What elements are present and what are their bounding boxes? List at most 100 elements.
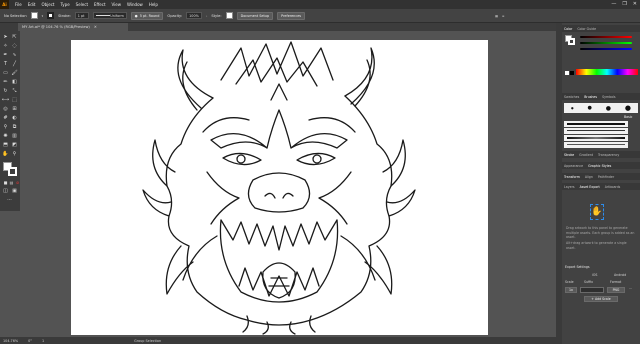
zoom-level[interactable]: 104.76% [3, 339, 18, 343]
tab-transparency[interactable]: Transparency [598, 153, 619, 157]
restore-icon[interactable]: ❐ [622, 1, 626, 7]
menu-object[interactable]: Object [41, 2, 54, 7]
stroke-swatch[interactable] [47, 12, 55, 19]
symbol-sprayer-icon[interactable]: ✺ [2, 133, 9, 140]
android-label[interactable]: Android [614, 273, 626, 277]
brush-definition-dropdown[interactable]: ● 5 pt. Round [130, 11, 164, 20]
ios-label[interactable]: iOS [592, 273, 597, 277]
direct-selection-tool-icon[interactable]: ⇱ [11, 34, 18, 41]
brush-dot-medium-icon[interactable]: ● [587, 105, 591, 111]
rotation-value[interactable]: 0° [28, 339, 32, 343]
menu-select[interactable]: Select [76, 2, 88, 7]
tab-color-guide[interactable]: Color Guide [577, 27, 596, 31]
screen-mode-icon[interactable]: ▣ [11, 188, 18, 195]
tab-graphic-styles[interactable]: Graphic Styles [588, 164, 611, 168]
perspective-grid-icon[interactable]: ⊞ [11, 106, 18, 113]
free-transform-icon[interactable]: ⬚ [11, 97, 18, 104]
color-stroke-swatch[interactable] [568, 38, 575, 45]
tab-color[interactable]: Color [564, 27, 572, 31]
minimize-icon[interactable]: — [611, 1, 616, 7]
add-scale-button[interactable]: + Add Scale [584, 296, 618, 302]
green-slider[interactable] [580, 42, 632, 44]
tab-align[interactable]: Align [585, 175, 593, 179]
eraser-tool-icon[interactable]: ◧ [11, 79, 18, 86]
variable-width-dropdown[interactable]: Uniform [92, 12, 127, 19]
tab-brushes[interactable]: Brushes [584, 95, 597, 99]
tab-symbols[interactable]: Symbols [602, 95, 616, 99]
selection-tool-icon[interactable]: ➤ [2, 34, 9, 41]
graph-tool-icon[interactable]: ▥ [11, 133, 18, 140]
red-slider[interactable] [580, 36, 632, 38]
graphic-style-swatch[interactable] [225, 12, 233, 19]
blue-slider[interactable] [580, 48, 632, 50]
color-spectrum[interactable] [576, 69, 638, 75]
tab-asset-export[interactable]: Asset Export [580, 185, 600, 189]
pencil-tool-icon[interactable]: ✏ [2, 79, 9, 86]
brush-stroke-4[interactable] [564, 142, 628, 148]
black-swatch[interactable] [570, 71, 574, 75]
tab-pathfinder[interactable]: Pathfinder [598, 175, 614, 179]
more-tools-icon[interactable]: ··· [6, 197, 13, 204]
calligraphic-brushes-row[interactable]: ● ● ● ● [564, 103, 638, 113]
brush-stroke-3[interactable] [564, 135, 628, 141]
mesh-tool-icon[interactable]: # [2, 115, 9, 122]
tab-layers[interactable]: Layers [564, 185, 575, 189]
tab-transform[interactable]: Transform [564, 175, 580, 179]
menu-type[interactable]: Type [60, 2, 69, 7]
zoom-tool-icon[interactable]: ⚲ [11, 151, 18, 158]
brush-dot-xl-icon[interactable]: ● [625, 104, 631, 112]
close-icon[interactable]: ✕ [94, 25, 97, 29]
width-tool-icon[interactable]: ⟷ [2, 97, 9, 104]
lasso-icon[interactable]: ◌ [11, 43, 18, 50]
chevron-right-icon[interactable]: › [206, 14, 207, 18]
menu-effect[interactable]: Effect [94, 2, 106, 7]
opacity-field[interactable]: 100% [186, 12, 203, 19]
draw-mode-icon[interactable]: ◫ [2, 188, 9, 195]
close-icon[interactable]: ✕ [633, 1, 637, 7]
white-swatch[interactable] [565, 71, 569, 75]
fill-swatch[interactable] [30, 12, 38, 19]
type-tool-icon[interactable]: T [2, 61, 9, 68]
menu-file[interactable]: File [15, 2, 22, 7]
menu-window[interactable]: Window [127, 2, 143, 7]
stroke-color-icon[interactable] [8, 167, 17, 176]
hand-tool-icon[interactable]: ✋ [2, 151, 9, 158]
menu-view[interactable]: View [112, 2, 122, 7]
preferences-button[interactable]: Preferences [277, 11, 306, 20]
gradient-tool-icon[interactable]: ◐ [11, 115, 18, 122]
document-setup-button[interactable]: Document Setup [236, 11, 274, 20]
arrange-icon[interactable]: ▦ [495, 14, 498, 18]
scale-dropdown[interactable]: 1x [565, 287, 577, 293]
document-tab[interactable]: MY Art.ai* @ 104.76 % (RGB/Preview) ✕ [18, 23, 128, 31]
tab-artboards[interactable]: Artboards [605, 185, 621, 189]
blend-tool-icon[interactable]: ⧉ [11, 124, 18, 131]
paintbrush-tool-icon[interactable]: 🖌 [11, 70, 18, 77]
brush-stroke-1[interactable] [564, 121, 628, 127]
brush-stroke-2[interactable] [564, 128, 628, 134]
artboard-number[interactable]: 1 [42, 339, 44, 343]
tab-appearance[interactable]: Appearance [564, 164, 583, 168]
scale-tool-icon[interactable]: ⤡ [11, 88, 18, 95]
chevron-down-icon[interactable]: ▾ [42, 14, 44, 18]
curvature-tool-icon[interactable]: ∿ [11, 52, 18, 59]
format-dropdown[interactable]: PNG [607, 287, 625, 293]
artboard[interactable] [71, 40, 488, 335]
pen-tool-icon[interactable]: ✒ [2, 52, 9, 59]
tab-stroke[interactable]: Stroke [564, 153, 574, 157]
menu-icon[interactable]: ≡ [502, 14, 505, 18]
export-settings-label[interactable]: Export Settings [565, 265, 590, 269]
more-options-icon[interactable]: ··· [629, 287, 632, 291]
artboard-tool-icon[interactable]: ⬒ [2, 142, 9, 149]
app-logo[interactable]: Ai [0, 0, 9, 9]
menu-edit[interactable]: Edit [28, 2, 36, 7]
brush-dot-small-icon[interactable]: ● [571, 106, 574, 110]
line-tool-icon[interactable]: ╱ [11, 61, 18, 68]
brush-dot-large-icon[interactable]: ● [606, 105, 611, 112]
magic-wand-icon[interactable]: ✧ [2, 43, 9, 50]
suffix-input[interactable] [580, 287, 604, 293]
stroke-weight-field[interactable]: 1 pt [74, 12, 89, 19]
eyedropper-icon[interactable]: ⚲ [2, 124, 9, 131]
menu-help[interactable]: Help [149, 2, 158, 7]
none-mode-icon[interactable]: ⊘ [14, 179, 21, 186]
rotate-tool-icon[interactable]: ↻ [2, 88, 9, 95]
